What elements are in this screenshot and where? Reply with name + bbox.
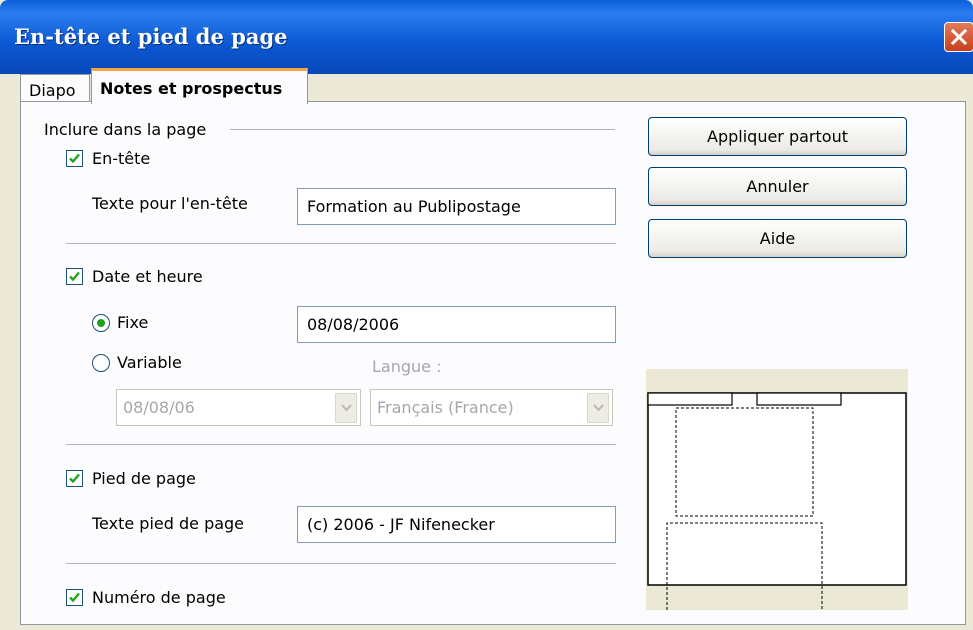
chevron-down-icon bbox=[341, 404, 352, 412]
header-checkbox-label: En-tête bbox=[92, 149, 151, 168]
separator bbox=[66, 444, 616, 445]
footer-checkbox-label: Pied de page bbox=[92, 469, 196, 488]
header-text-label: Texte pour l'en-tête bbox=[92, 194, 248, 213]
tab-diapo[interactable]: Diapo bbox=[20, 74, 90, 102]
checkmark-icon bbox=[69, 153, 80, 164]
language-value: Français (France) bbox=[377, 398, 514, 417]
cancel-button[interactable]: Annuler bbox=[648, 167, 907, 206]
separator bbox=[66, 563, 616, 564]
page-layout-preview-graphic bbox=[647, 392, 907, 610]
title-bar: En-tête et pied de page bbox=[0, 0, 973, 74]
datetime-checkbox[interactable] bbox=[66, 268, 83, 285]
fixed-radio-label: Fixe bbox=[117, 313, 149, 332]
variable-radio[interactable] bbox=[92, 354, 110, 372]
footer-text-input[interactable]: (c) 2006 - JF Nifenecker bbox=[297, 506, 616, 543]
date-format-value: 08/08/06 bbox=[123, 398, 195, 417]
close-button[interactable] bbox=[944, 22, 973, 52]
page-number-checkbox-label: Numéro de page bbox=[92, 588, 226, 607]
chevron-down-icon bbox=[593, 404, 604, 412]
tab-notes-et-prospectus[interactable]: Notes et prospectus bbox=[91, 68, 308, 104]
footer-checkbox[interactable] bbox=[66, 470, 83, 487]
header-text-input[interactable]: Formation au Publipostage bbox=[297, 188, 616, 225]
language-select[interactable]: Français (France) bbox=[370, 389, 613, 426]
group-label-inclure: Inclure dans la page bbox=[44, 120, 213, 139]
apply-all-button[interactable]: Appliquer partout bbox=[648, 117, 907, 156]
page-number-checkbox[interactable] bbox=[66, 589, 83, 606]
fixed-date-input[interactable]: 08/08/2006 bbox=[297, 306, 616, 343]
language-label: Langue : bbox=[372, 357, 442, 376]
separator bbox=[66, 243, 616, 244]
checkmark-icon bbox=[69, 271, 80, 282]
language-dropdown-button[interactable] bbox=[587, 393, 609, 423]
date-format-select[interactable]: 08/08/06 bbox=[116, 389, 361, 426]
window-title: En-tête et pied de page bbox=[14, 24, 288, 49]
help-button[interactable]: Aide bbox=[648, 219, 907, 258]
variable-radio-label: Variable bbox=[117, 353, 182, 372]
fixed-radio[interactable] bbox=[92, 314, 110, 332]
header-checkbox[interactable] bbox=[66, 150, 83, 167]
footer-text-label: Texte pied de page bbox=[92, 514, 245, 533]
layout-preview bbox=[646, 369, 908, 610]
group-divider bbox=[230, 129, 615, 130]
checkmark-icon bbox=[69, 592, 80, 603]
date-format-dropdown-button[interactable] bbox=[335, 393, 357, 423]
datetime-checkbox-label: Date et heure bbox=[92, 267, 203, 286]
checkmark-icon bbox=[69, 473, 80, 484]
radio-selected-dot bbox=[97, 319, 105, 327]
close-icon bbox=[950, 28, 968, 46]
